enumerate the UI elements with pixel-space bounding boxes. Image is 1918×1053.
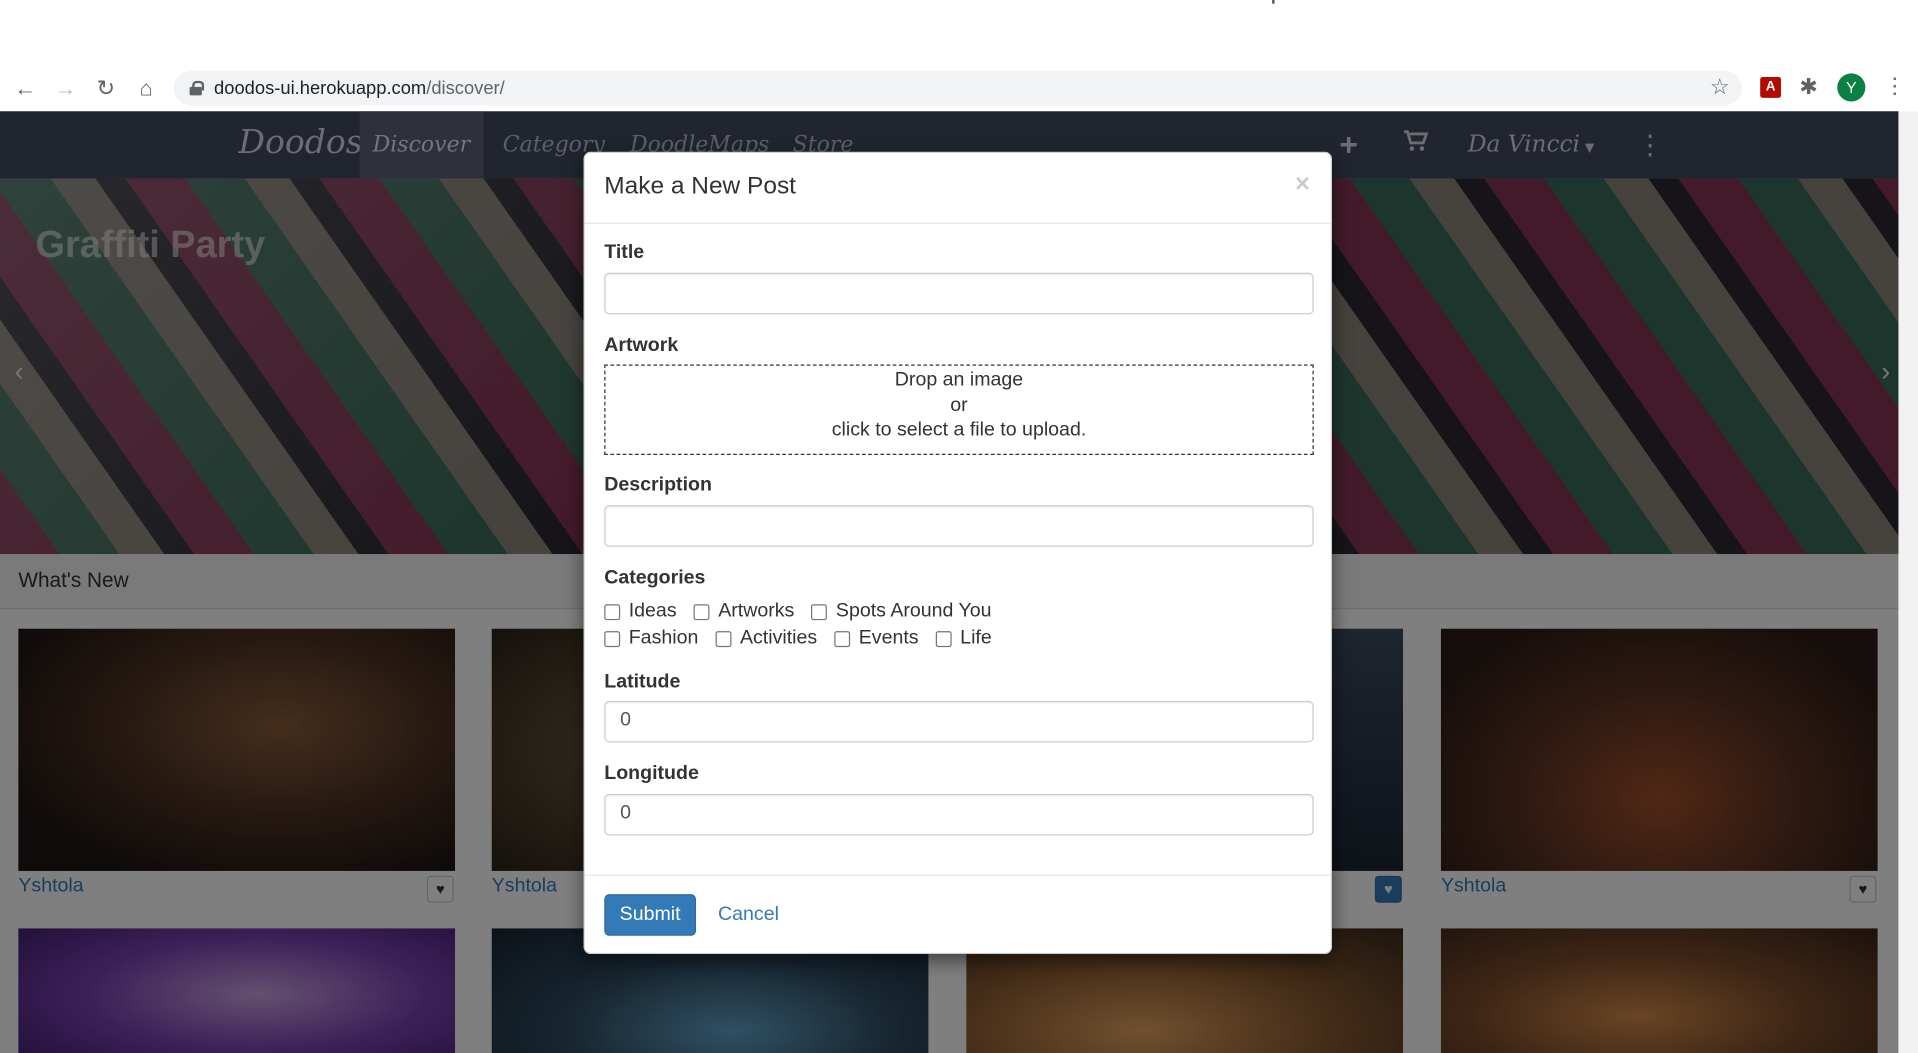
category-label: Ideas (628, 600, 677, 622)
dropzone-line: click to select a file to upload. (831, 419, 1087, 441)
category-label: Artworks (718, 600, 795, 622)
categories-row: Ideas Artworks Spots Around You (604, 601, 1008, 623)
back-icon[interactable]: ← (5, 66, 45, 110)
title-input[interactable] (604, 272, 1314, 315)
checkbox[interactable] (693, 603, 710, 620)
latitude-label: Latitude (604, 671, 681, 693)
pdf-extension-icon[interactable]: A (1760, 77, 1781, 98)
url-host: doodos-ui.herokuapp.com (214, 77, 427, 99)
reload-icon[interactable]: ↻ (86, 66, 126, 110)
categories-label: Categories (604, 567, 706, 589)
checkbox[interactable] (604, 630, 621, 647)
address-bar[interactable]: doodos-ui.herokuapp.com/discover/ ☆ (173, 70, 1742, 106)
category-label: Activities (739, 627, 818, 649)
extensions-puzzle-icon[interactable]: ✱ (1799, 75, 1817, 101)
category-life[interactable]: Life (935, 627, 992, 650)
checkbox[interactable] (604, 603, 621, 620)
page-speck (1272, 0, 1275, 4)
checkbox[interactable] (715, 630, 732, 647)
lock-icon[interactable] (189, 80, 205, 96)
category-artworks[interactable]: Artworks (693, 600, 795, 623)
category-events[interactable]: Events (834, 627, 919, 650)
checkbox[interactable] (935, 630, 952, 647)
category-label: Spots Around You (835, 600, 992, 622)
artwork-label: Artwork (604, 335, 679, 356)
category-activities[interactable]: Activities (715, 628, 817, 650)
description-label: Description (604, 474, 712, 496)
url-path: /discover/ (426, 77, 505, 99)
category-label: Events (858, 627, 919, 649)
page-scrollbar[interactable] (1898, 111, 1918, 1053)
modal-header: Make a New Post × (584, 153, 1331, 224)
category-fashion[interactable]: Fashion (604, 628, 698, 650)
longitude-label: Longitude (604, 763, 699, 785)
forward-icon[interactable]: → (45, 66, 85, 110)
home-icon[interactable]: ⌂ (126, 66, 166, 110)
category-label: Fashion (628, 627, 699, 649)
title-label: Title (604, 242, 645, 263)
chrome-menu-icon[interactable]: ⋮ (1884, 73, 1906, 99)
cancel-button[interactable]: Cancel (718, 894, 779, 936)
checkbox[interactable] (834, 630, 851, 647)
browser-toolbar: ← → ↻ ⌂ doodos-ui.herokuapp.com/discover… (0, 66, 1918, 111)
bookmark-star-icon[interactable]: ☆ (1710, 75, 1730, 101)
category-label: Life (960, 627, 992, 649)
modal-footer: Submit Cancel (584, 874, 1331, 956)
url-text[interactable]: doodos-ui.herokuapp.com/discover/ (214, 78, 505, 99)
category-spots-around-you[interactable]: Spots Around You (811, 600, 992, 623)
artwork-dropzone[interactable]: Drop an image or click to select a file … (604, 364, 1314, 456)
category-ideas[interactable]: Ideas (604, 600, 677, 623)
longitude-input[interactable]: 0 (604, 793, 1314, 836)
modal-title: Make a New Post (604, 172, 796, 200)
latitude-input[interactable]: 0 (604, 700, 1314, 743)
submit-button[interactable]: Submit (604, 894, 697, 936)
description-input[interactable] (604, 505, 1314, 547)
checkbox[interactable] (811, 603, 828, 620)
dropzone-line: or (950, 394, 968, 416)
dropzone-line: Drop an image (894, 369, 1024, 391)
new-post-modal: Make a New Post × Title Artwork Drop an … (583, 151, 1333, 956)
close-icon[interactable]: × (1295, 170, 1310, 199)
profile-avatar[interactable]: Y (1837, 73, 1866, 102)
categories-row: Fashion Activities Events Life (604, 628, 1009, 650)
